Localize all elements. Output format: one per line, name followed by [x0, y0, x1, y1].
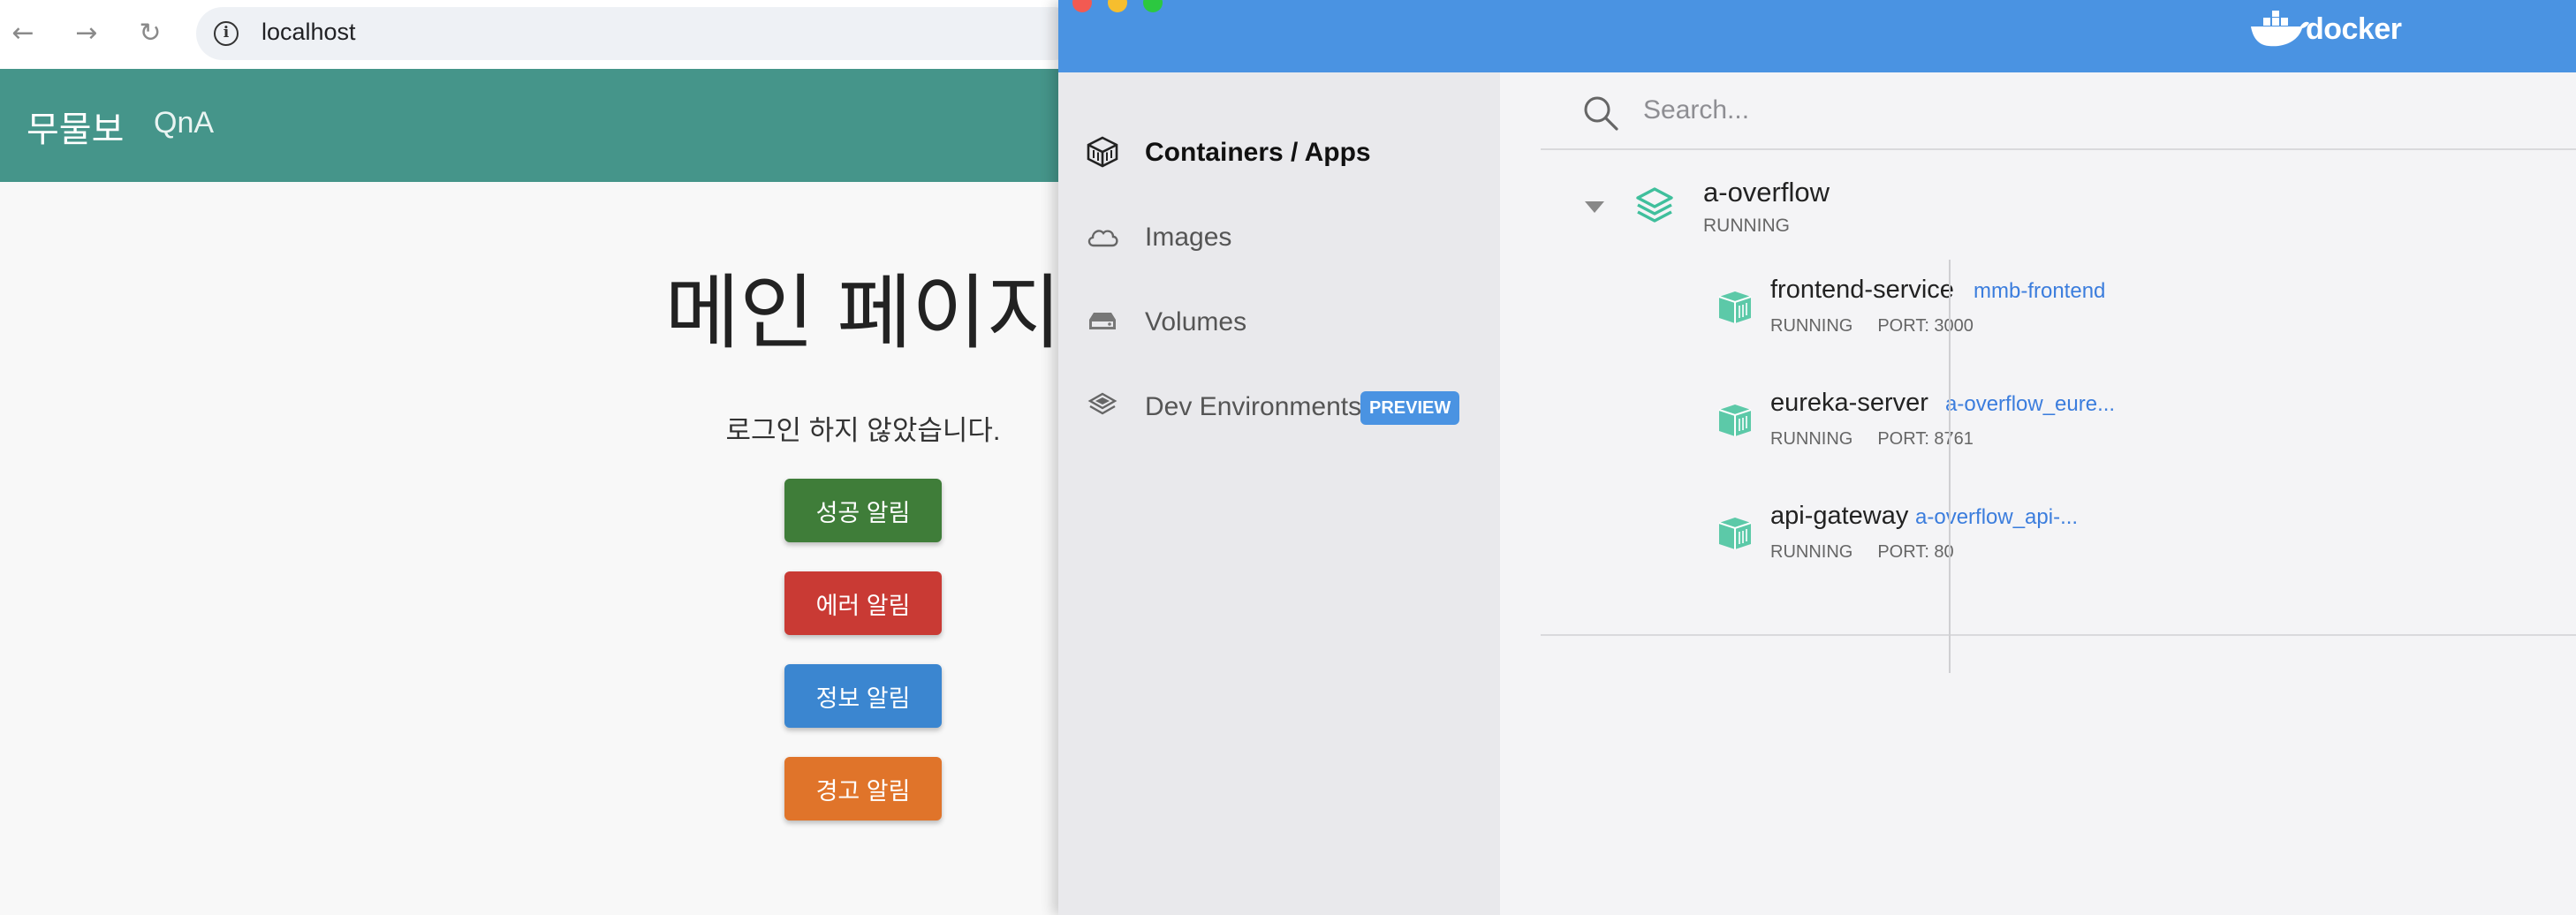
container-meta: RUNNING PORT: 3000	[1770, 316, 1998, 337]
container-name: frontend-service	[1770, 276, 1954, 304]
docker-titlebar: docker	[1058, 0, 2576, 72]
nav-link-qna[interactable]: QnA	[154, 106, 214, 140]
window-maximize-button[interactable]	[1143, 0, 1163, 12]
url-text[interactable]: localhost	[261, 19, 356, 46]
container-port: PORT: 8761	[1877, 429, 1974, 449]
containers-icon	[1087, 136, 1118, 168]
container-meta: RUNNING PORT: 80	[1770, 542, 1979, 563]
search-icon	[1584, 96, 1618, 131]
docker-main-panel: a-overflow RUNNING frontend-service mmb-…	[1500, 72, 2576, 915]
container-row[interactable]: frontend-service mmb-frontend RUNNING POR…	[1541, 256, 2576, 353]
site-info-icon[interactable]: i	[214, 21, 239, 46]
chevron-down-icon[interactable]	[1585, 201, 1604, 213]
search-input[interactable]	[1643, 90, 2438, 131]
container-image-link[interactable]: a-overflow_eure...	[1945, 392, 2115, 417]
address-bar[interactable]: i localhost	[196, 7, 1080, 60]
docker-desktop-window: docker Containers / Apps Images Volumes	[1058, 0, 2576, 915]
page-content: 메인 페이지 로그인 하지 않았습니다. 성공 알림 에러 알림 정보 알림 경…	[0, 182, 1061, 915]
sidebar-item-volumes[interactable]: Volumes	[1058, 286, 1500, 357]
window-close-button[interactable]	[1072, 0, 1092, 12]
container-status: RUNNING	[1770, 429, 1853, 449]
info-alert-button[interactable]: 정보 알림	[784, 664, 942, 728]
container-icon	[1718, 291, 1752, 323]
sidebar-item-images[interactable]: Images	[1058, 201, 1500, 272]
browser-toolbar: ← → ↻ i localhost	[0, 0, 1080, 69]
container-port: PORT: 80	[1877, 542, 1954, 562]
docker-logo-text: docker	[2306, 12, 2402, 46]
container-port: PORT: 3000	[1877, 316, 1974, 336]
app-group-a-overflow: a-overflow RUNNING frontend-service mmb-…	[1541, 150, 2576, 636]
container-icon	[1718, 405, 1752, 436]
dev-environments-icon	[1087, 392, 1118, 415]
container-image-link[interactable]: mmb-frontend	[1974, 279, 2105, 304]
sidebar-item-containers[interactable]: Containers / Apps	[1058, 117, 1500, 187]
sidebar-item-label: Containers / Apps	[1145, 138, 1371, 167]
sidebar-item-label: Dev Environments	[1145, 392, 1362, 421]
preview-badge: PREVIEW	[1360, 391, 1460, 425]
volume-icon	[1089, 313, 1116, 329]
container-status: RUNNING	[1770, 542, 1853, 562]
error-alert-button[interactable]: 에러 알림	[784, 571, 942, 635]
forward-arrow-icon[interactable]: →	[64, 11, 110, 57]
app-navbar: 무물보 QnA	[0, 69, 1060, 182]
container-row[interactable]: eureka-server a-overflow_eure... RUNNING…	[1541, 369, 2576, 466]
window-minimize-button[interactable]	[1108, 0, 1127, 12]
app-group-name[interactable]: a-overflow	[1703, 177, 1830, 208]
tree-connector	[1949, 260, 1951, 673]
container-row[interactable]: api-gateway a-overflow_api-... RUNNING PO…	[1541, 482, 2576, 579]
app-group-status: RUNNING	[1703, 216, 1790, 236]
stack-icon	[1636, 187, 1673, 223]
warning-alert-button[interactable]: 경고 알림	[784, 757, 942, 820]
container-status: RUNNING	[1770, 316, 1853, 336]
search-bar	[1541, 72, 2576, 150]
back-arrow-icon[interactable]: ←	[0, 11, 46, 57]
sidebar-item-label: Volumes	[1145, 307, 1247, 337]
sidebar-item-label: Images	[1145, 223, 1232, 252]
container-meta: RUNNING PORT: 8761	[1770, 429, 1998, 450]
brand-logo[interactable]: 무물보	[27, 101, 124, 152]
container-icon	[1718, 518, 1752, 549]
reload-icon[interactable]: ↻	[127, 11, 173, 57]
success-alert-button[interactable]: 성공 알림	[784, 479, 942, 542]
docker-sidebar: Containers / Apps Images Volumes Dev Env…	[1058, 72, 1500, 915]
container-image-link[interactable]: a-overflow_api-...	[1915, 505, 2078, 530]
cloud-icon	[1087, 230, 1118, 247]
container-name: api-gateway	[1770, 502, 1909, 530]
container-name: eureka-server	[1770, 389, 1928, 417]
sidebar-item-dev-environments[interactable]: Dev Environments PREVIEW	[1058, 371, 1500, 442]
